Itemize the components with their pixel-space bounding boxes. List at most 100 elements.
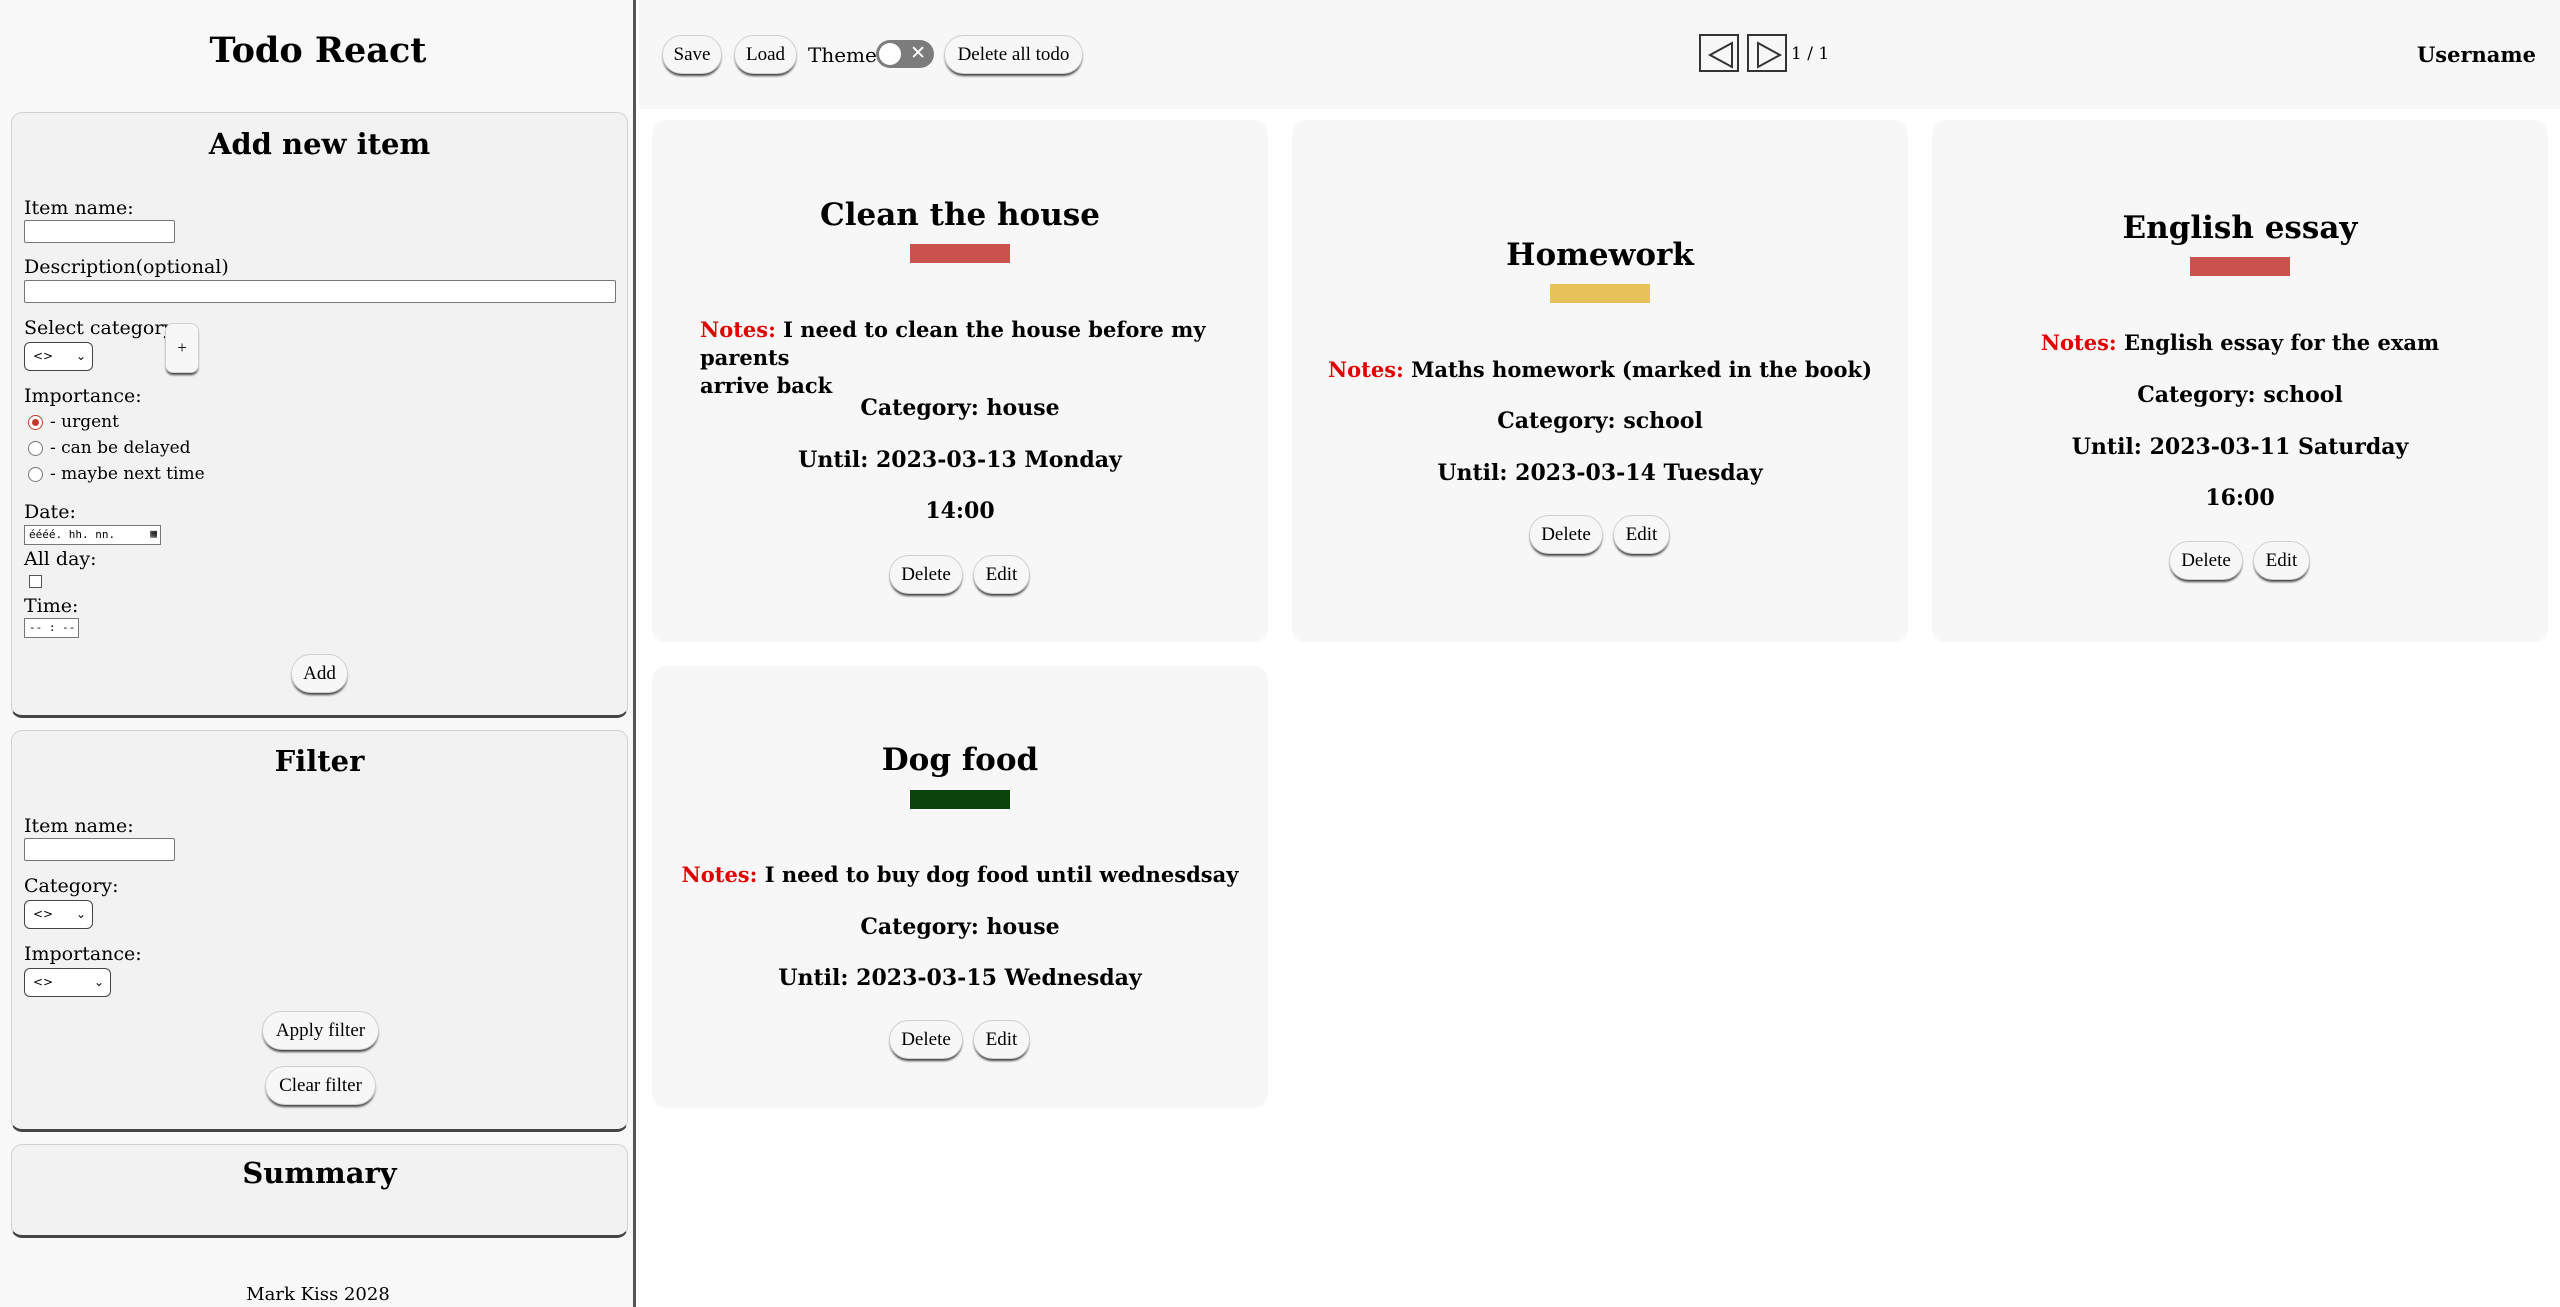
- notes-label: Notes:: [2040, 330, 2117, 355]
- notes-label: Notes:: [1327, 357, 1404, 382]
- delete-button[interactable]: Delete: [889, 1020, 963, 1059]
- card-time: 14:00: [925, 498, 995, 524]
- edit-button[interactable]: Edit: [1613, 515, 1670, 554]
- importance-option-label: - maybe next time: [50, 464, 205, 484]
- allday-checkbox[interactable]: [29, 575, 42, 588]
- add-item-panel: Add new item Item name: Description(opti…: [11, 112, 628, 718]
- chevron-down-icon: ⌄: [93, 975, 104, 989]
- importance-color-bar: [910, 244, 1010, 263]
- add-button[interactable]: Add: [291, 654, 348, 693]
- toggle-knob: [879, 43, 901, 65]
- notes-label: Notes:: [681, 862, 758, 887]
- description-input[interactable]: [24, 280, 616, 303]
- add-item-title: Add new item: [208, 127, 431, 161]
- footer-credit: Mark Kiss 2028: [246, 1284, 390, 1305]
- triangle-right-icon: [1757, 41, 1783, 69]
- time-placeholder: -- : --: [29, 621, 76, 634]
- importance-color-bar: [1550, 284, 1650, 303]
- time-input[interactable]: -- : --: [24, 618, 79, 638]
- card-category: Category: house: [860, 395, 1060, 421]
- card-title: Homework: [1506, 237, 1694, 273]
- category-select[interactable]: <> ⌄: [24, 342, 93, 371]
- card-until: Until: 2023-03-13 Monday: [798, 447, 1122, 473]
- importance-color-bar: [910, 790, 1010, 809]
- card-category: Category: school: [2137, 382, 2343, 408]
- card-category: Category: school: [1497, 408, 1703, 434]
- notes-text: I need to buy dog food until wednesdsay: [764, 862, 1239, 887]
- filter-title: Filter: [274, 744, 365, 778]
- save-button[interactable]: Save: [662, 35, 722, 74]
- add-category-button[interactable]: +: [165, 323, 199, 373]
- select-category-label: Select category:: [24, 317, 181, 339]
- card-until: Until: 2023-03-11 Saturday: [2071, 434, 2409, 460]
- top-bar: Save Load Theme: ✕ Delete all todo 1 / 1…: [639, 0, 2560, 109]
- delete-all-button[interactable]: Delete all todo: [944, 35, 1083, 74]
- delete-button[interactable]: Delete: [889, 555, 963, 594]
- filter-item-name-label: Item name:: [24, 815, 134, 837]
- chevron-down-icon: ⌄: [75, 907, 86, 921]
- time-label: Time:: [24, 595, 79, 617]
- filter-category-value: <>: [33, 907, 54, 921]
- filter-category-select[interactable]: <> ⌄: [24, 900, 93, 929]
- username[interactable]: Username: [2417, 42, 2536, 67]
- filter-importance-label: Importance:: [24, 943, 142, 965]
- date-input[interactable]: éééé. hh. nn. ▦: [24, 525, 161, 545]
- card-category: Category: house: [860, 914, 1060, 940]
- load-button[interactable]: Load: [734, 35, 797, 74]
- theme-label: Theme:: [808, 43, 884, 67]
- card-until: Until: 2023-03-14 Tuesday: [1437, 460, 1763, 486]
- prev-page-button[interactable]: [1699, 34, 1739, 72]
- category-select-value: <>: [33, 349, 54, 363]
- card-notes: Notes: English essay for the exam: [1932, 329, 2548, 357]
- summary-title: Summary: [242, 1156, 397, 1190]
- summary-panel: Summary: [11, 1144, 628, 1238]
- importance-color-bar: [2190, 257, 2290, 276]
- filter-importance-value: <>: [33, 975, 54, 989]
- todo-card: Dog food Notes: I need to buy dog food u…: [652, 666, 1268, 1108]
- calendar-icon[interactable]: ▦: [150, 527, 157, 540]
- radio-checked-icon[interactable]: [28, 414, 43, 430]
- notes-text: Maths homework (marked in the book): [1411, 357, 1873, 382]
- next-page-button[interactable]: [1747, 34, 1787, 72]
- edit-button[interactable]: Edit: [973, 1020, 1030, 1059]
- importance-option-next-time[interactable]: - maybe next time: [28, 464, 205, 484]
- importance-option-label: - can be delayed: [50, 438, 191, 458]
- card-notes: Notes: I need to buy dog food until wedn…: [652, 861, 1268, 889]
- clear-filter-button[interactable]: Clear filter: [265, 1066, 376, 1105]
- item-name-label: Item name:: [24, 197, 134, 219]
- notes-text: English essay for the exam: [2123, 330, 2440, 355]
- todo-card: Clean the house Notes: I need to clean t…: [652, 120, 1268, 642]
- edit-button[interactable]: Edit: [973, 555, 1030, 594]
- filter-item-name-input[interactable]: [24, 838, 175, 861]
- delete-button[interactable]: Delete: [2169, 541, 2243, 580]
- delete-button[interactable]: Delete: [1529, 515, 1603, 554]
- radio-icon[interactable]: [28, 440, 43, 456]
- theme-toggle[interactable]: ✕: [876, 40, 934, 68]
- date-label: Date:: [24, 501, 76, 523]
- filter-panel: Filter Item name: Category: <> ⌄ Importa…: [11, 730, 628, 1132]
- importance-option-delayed[interactable]: - can be delayed: [28, 438, 191, 458]
- filter-category-label: Category:: [24, 875, 119, 897]
- card-title: Clean the house: [820, 197, 1100, 233]
- date-placeholder: éééé. hh. nn.: [29, 528, 116, 541]
- importance-option-urgent[interactable]: - urgent: [28, 412, 119, 432]
- card-time: 16:00: [2205, 485, 2275, 511]
- card-notes: Notes: I need to clean the house before …: [700, 316, 1230, 400]
- card-notes: Notes: Maths homework (marked in the boo…: [1292, 356, 1908, 384]
- notes-text-line1: I need to clean the house before my pare…: [700, 317, 1206, 370]
- edit-button[interactable]: Edit: [2253, 541, 2310, 580]
- apply-filter-button[interactable]: Apply filter: [262, 1011, 379, 1050]
- allday-label: All day:: [24, 548, 97, 570]
- page-indicator: 1 / 1: [1791, 44, 1830, 64]
- description-label: Description(optional): [24, 256, 229, 278]
- todo-card: English essay Notes: English essay for t…: [1932, 120, 2548, 642]
- close-icon: ✕: [910, 42, 926, 64]
- importance-option-label: - urgent: [50, 412, 119, 432]
- triangle-left-icon: [1707, 41, 1733, 69]
- importance-label: Importance:: [24, 385, 142, 407]
- item-name-input[interactable]: [24, 220, 175, 243]
- radio-icon[interactable]: [28, 466, 43, 482]
- card-title: Dog food: [881, 742, 1039, 778]
- todo-card: Homework Notes: Maths homework (marked i…: [1292, 120, 1908, 642]
- filter-importance-select[interactable]: <> ⌄: [24, 968, 111, 997]
